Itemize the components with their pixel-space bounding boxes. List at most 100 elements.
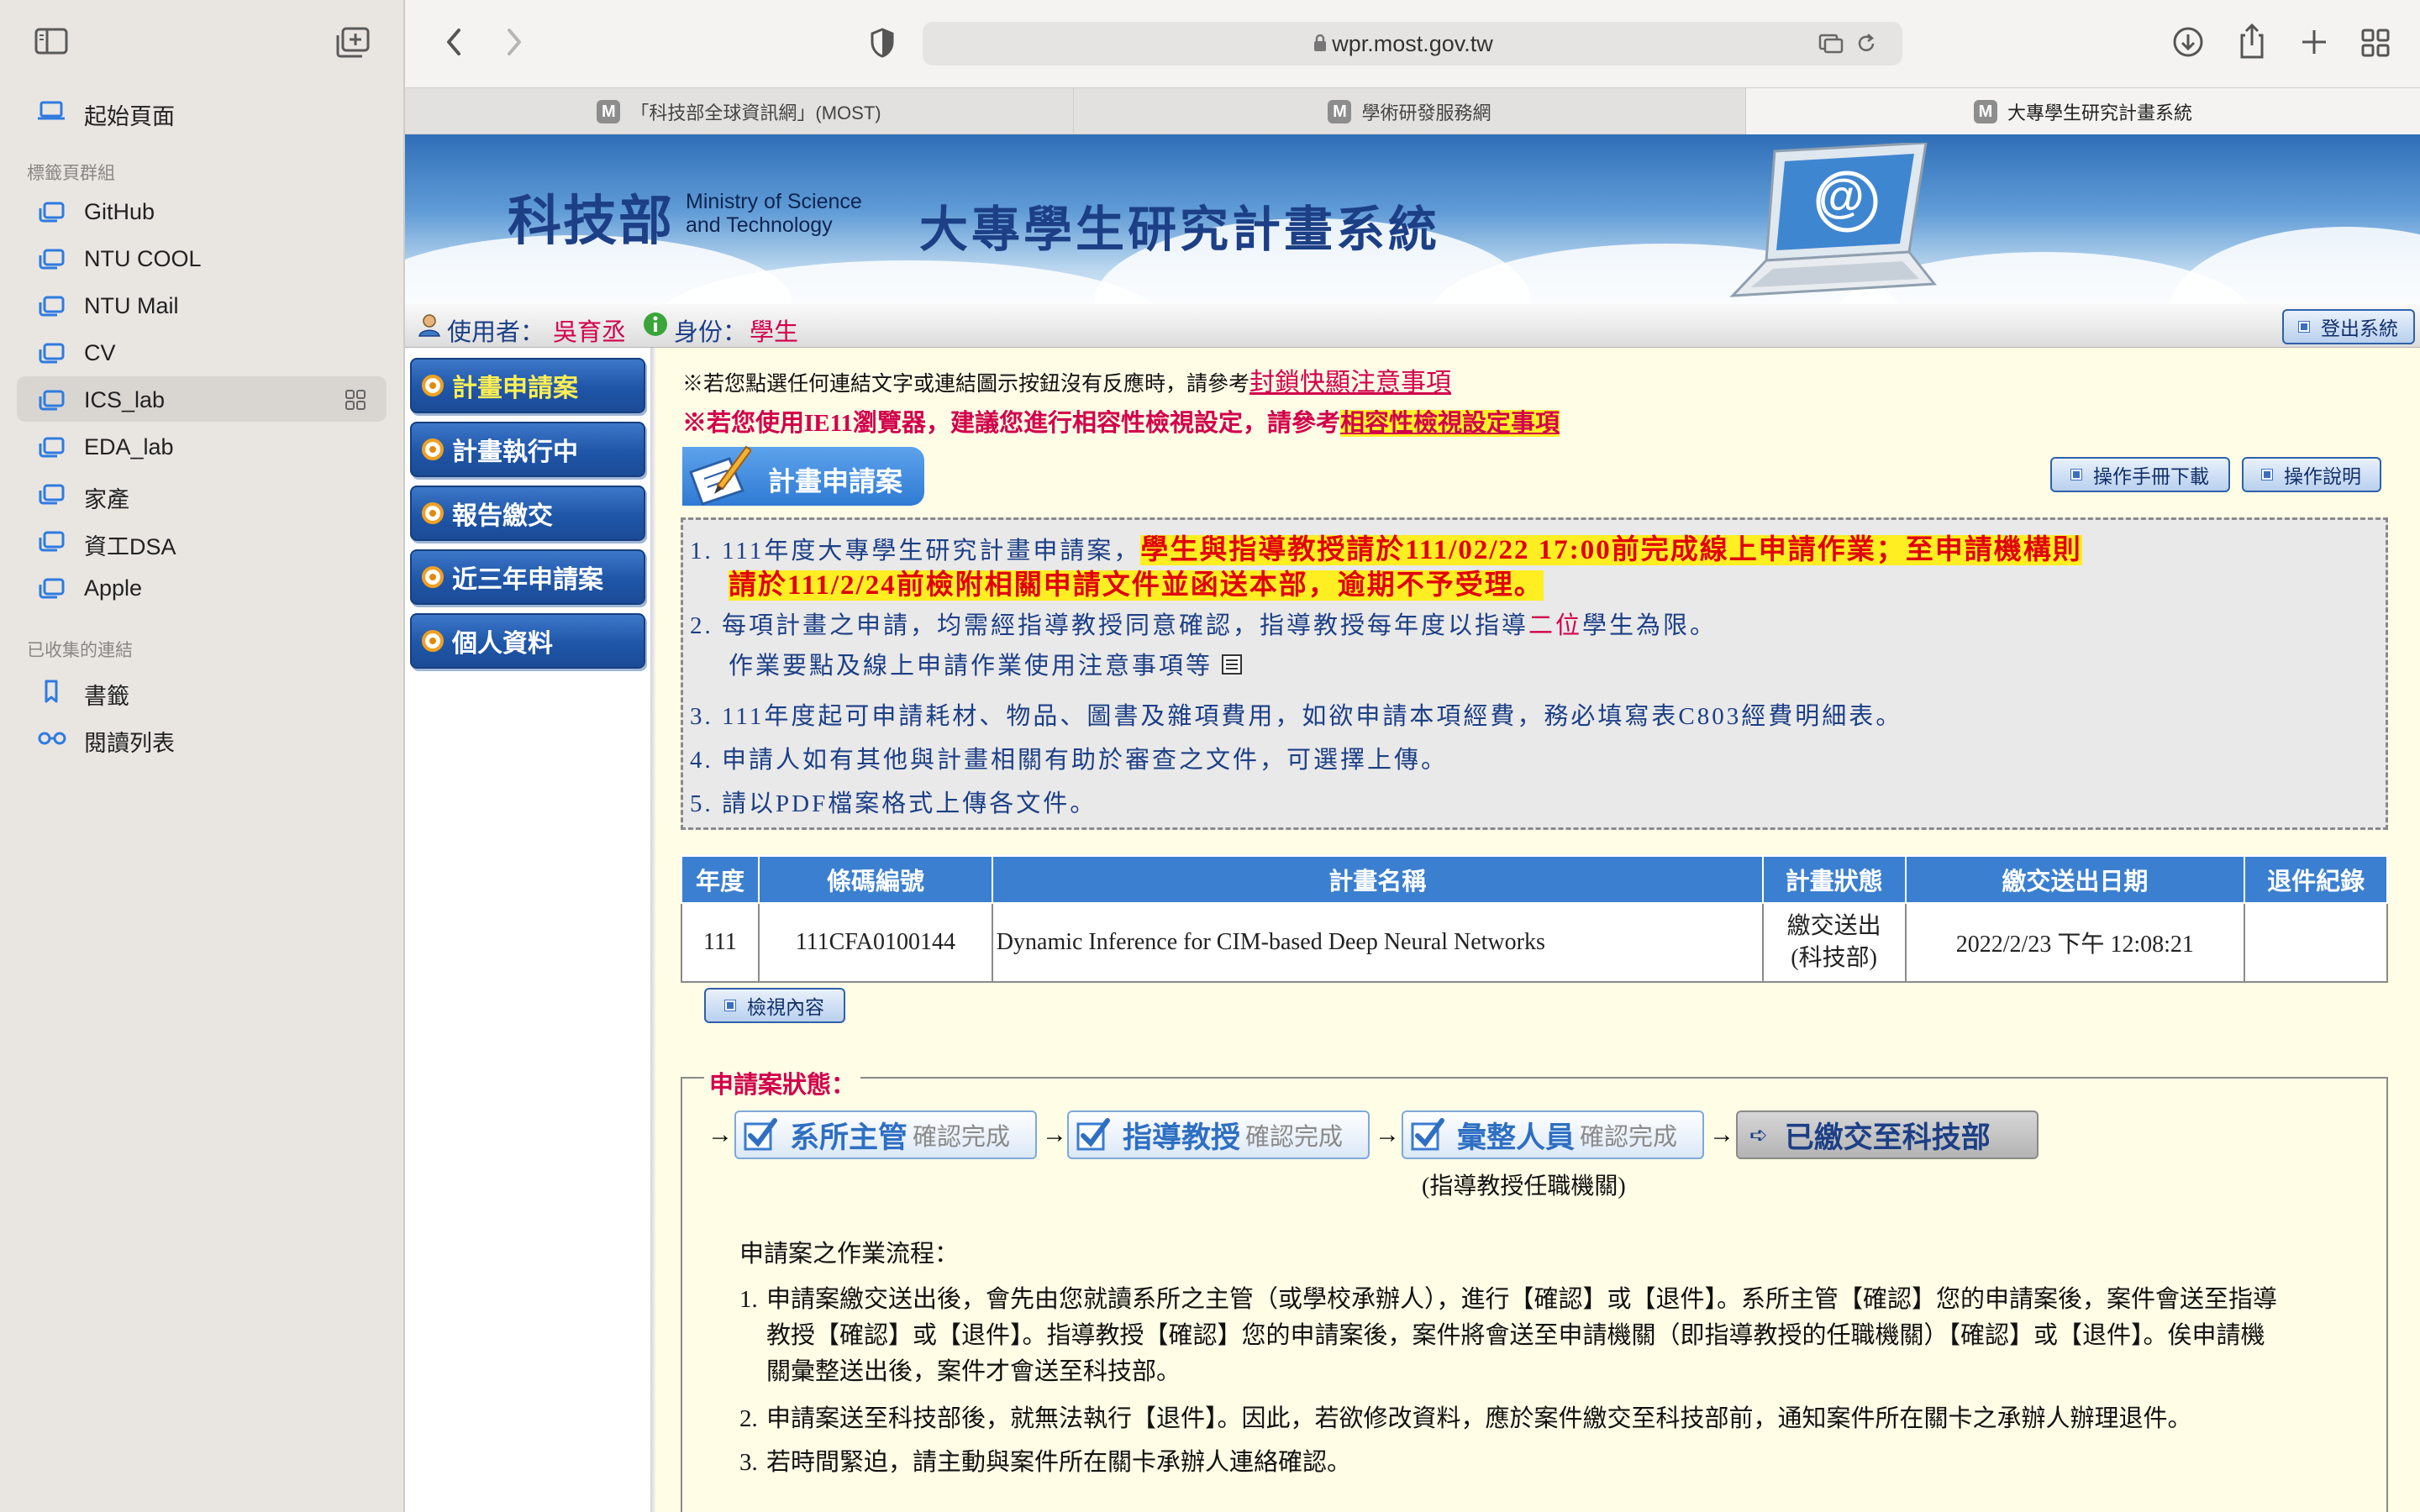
tab-research-service[interactable]: M 學術研發服務網 <box>1074 88 1746 135</box>
sidebar-item-tab-group[interactable]: NTU Mail <box>17 282 387 328</box>
sidebar-item-tab-group[interactable]: CV <box>17 329 387 375</box>
sidebar-item-reading-list[interactable]: 閱讀列表 <box>17 714 387 759</box>
aggregator-note: (指導教授任職機關) <box>1422 1173 1626 1200</box>
popup-notice-link[interactable]: 封鎖快顯注意事項 <box>1249 369 1451 396</box>
col-date: 繳交送出日期 <box>1904 855 2246 904</box>
nav-applications[interactable]: 計畫申請案 <box>410 358 645 413</box>
web-page: 科技部 Ministry of Science and Technology 大… <box>405 134 2420 1512</box>
privacy-shield-icon[interactable] <box>869 27 896 63</box>
user-bar: 使用者： 吳育丞 身份： 學生 登出系統 <box>405 304 2420 348</box>
sidebar-item-tab-group[interactable]: 資工DSA <box>17 517 387 563</box>
nav-in-progress[interactable]: 計畫執行中 <box>410 422 645 477</box>
help-button[interactable]: 操作說明 <box>2242 457 2381 492</box>
announce-item-2: 2. 每項計畫之申請，均需經指導教授同意確認，指導教授每年度以指導二位學生為限。 <box>690 612 1718 639</box>
most-logo-en: Ministry of Science and Technology <box>686 190 862 237</box>
sidebar-item-label: 資工DSA <box>84 534 176 559</box>
sidebar-item-bookmarks[interactable]: 書籤 <box>17 667 387 712</box>
checkmark-icon <box>1076 1118 1110 1151</box>
flow-arrow: → <box>1375 1121 1400 1148</box>
sidebar-toggle-icon[interactable] <box>34 25 71 59</box>
user-name: 吳育丞 <box>553 319 627 346</box>
role-label: 身份： <box>674 319 748 346</box>
info-icon <box>642 311 669 342</box>
sidebar-item-label: NTU COOL <box>84 246 202 271</box>
share-icon[interactable] <box>2235 22 2269 65</box>
new-tab-icon[interactable] <box>2299 27 2329 61</box>
user-icon <box>417 312 442 342</box>
document-icon[interactable] <box>1221 654 1243 682</box>
laptop-illustration: @ <box>1682 141 1951 304</box>
safari-sidebar: 起始頁面 標籤頁群組 GitHub NTU COOL NTU Mail CV ICS_l… <box>0 0 405 1512</box>
section-title: 計畫申請案 <box>768 466 903 496</box>
tab-group-icon <box>37 248 66 270</box>
tab-bar: M 「科技部全球資訊網」(MOST) M 學術研發服務網 M 大專學生研究計畫系… <box>405 87 2420 135</box>
announce-item-2-cont: 作業要點及線上申請作業使用注意事項等 <box>729 646 1243 682</box>
notice-ie11: ※若您使用IE11瀏覽器，建議您進行相容性檢視設定，請參考相容性檢視設定事項 <box>682 410 1560 437</box>
favicon-icon: M <box>1328 100 1352 123</box>
logout-button[interactable]: 登出系統 <box>2282 309 2415 344</box>
manual-download-button[interactable]: 操作手冊下載 <box>2050 457 2230 492</box>
sidebar-item-tab-group[interactable]: NTU COOL <box>17 235 387 281</box>
announce-item-5: 5. 請以PDF檔案格式上傳各文件。 <box>690 790 1097 817</box>
section-header: 計畫申請案 <box>682 445 924 506</box>
sidebar-item-label: EDA_lab <box>84 434 174 459</box>
flow-num-1: 1. <box>739 1286 758 1313</box>
tab-overview-icon[interactable] <box>2360 27 2391 63</box>
sidebar-item-label: GitHub <box>84 199 155 224</box>
checkmark-icon <box>1411 1118 1444 1151</box>
tab-group-icon <box>37 577 66 599</box>
tab-group-icon <box>37 295 66 317</box>
flow-arrow: → <box>1709 1121 1734 1148</box>
flow-title: 申請案之作業流程： <box>739 1241 960 1268</box>
col-reject: 退件紀錄 <box>2244 855 2388 904</box>
sidebar-item-tab-group[interactable]: GitHub <box>17 188 387 234</box>
address-bar[interactable]: wpr.most.gov.tw <box>923 22 1902 66</box>
back-icon[interactable] <box>442 24 467 65</box>
col-status: 計畫狀態 <box>1761 855 1907 904</box>
nav-profile[interactable]: 個人資料 <box>410 613 645 669</box>
cell-status: 繳交送出 (科技部) <box>1761 902 1907 983</box>
sidebar-item-tab-group[interactable]: 家產 <box>17 470 387 516</box>
sidebar-item-tab-group[interactable]: EDA_lab <box>17 423 387 469</box>
new-tab-group-icon[interactable] <box>334 25 371 59</box>
sidebar-item-tab-group[interactable]: ICS_lab <box>17 376 387 422</box>
bookmark-icon <box>37 680 66 703</box>
sidebar-item-label: 閱讀列表 <box>84 731 175 756</box>
cell-name: Dynamic Inference for CIM-based Deep Neu… <box>991 902 1764 983</box>
announce-item-1: 1. 111年度大專學生研究計畫申請案，學生與指導教授請於111/02/22 1… <box>690 535 2082 565</box>
nav-reports[interactable]: 報告繳交 <box>410 486 645 541</box>
nav-last-three-years[interactable]: 近三年申請案 <box>410 549 645 605</box>
site-banner: 科技部 Ministry of Science and Technology 大… <box>405 134 2420 304</box>
sidebar-item-label: ICS_lab <box>84 387 166 412</box>
tab-label: 學術研發服務網 <box>1361 102 1491 123</box>
reader-icon[interactable] <box>1818 34 1844 58</box>
sidebar-item-start-page[interactable]: 起始頁面 <box>17 87 387 133</box>
left-nav: 計畫申請案 計畫執行中 報告繳交 近三年申請案 個人資料 <box>405 348 649 1512</box>
forward-icon[interactable] <box>501 24 526 65</box>
view-content-button[interactable]: 檢視內容 <box>704 988 845 1023</box>
tab-student-research[interactable]: M 大專學生研究計畫系統 <box>1746 88 2420 135</box>
flow-arrow: → <box>1042 1121 1067 1148</box>
sidebar-item-tab-group[interactable]: Apple <box>17 564 387 610</box>
checkmark-icon <box>744 1118 777 1151</box>
flow-step-3: 若時間緊迫，請主動與案件所在關卡承辦人連絡確認。 <box>766 1449 1352 1476</box>
tab-most[interactable]: M 「科技部全球資訊網」(MOST) <box>405 88 1074 135</box>
grid-icon[interactable] <box>345 389 366 415</box>
compat-notice-link[interactable]: 相容性檢視設定事項 <box>1340 410 1560 437</box>
tab-groups-heading: 標籤頁群組 <box>27 164 115 183</box>
col-barcode: 條碼編號 <box>757 855 993 904</box>
tab-group-icon <box>37 483 66 505</box>
announce-item-1-cont: 請於111/2/24前檢附相關申請文件並函送本部，逾期不予受理。 <box>729 570 1544 601</box>
sidebar-item-label: 家產 <box>84 487 129 512</box>
col-year: 年度 <box>681 855 760 904</box>
step-advisor: 指導教授 確認完成 <box>1067 1110 1370 1159</box>
download-icon[interactable] <box>2171 25 2205 63</box>
status-legend: 申請案狀態： <box>704 1065 861 1100</box>
flow-arrow: → <box>708 1121 733 1148</box>
browser-toolbar: wpr.most.gov.tw <box>405 0 2420 87</box>
tab-group-icon <box>37 436 66 458</box>
col-name: 計畫名稱 <box>991 855 1764 904</box>
announce-item-4: 4. 申請人如有其他與計畫相關有助於審查之文件，可選擇上傳。 <box>690 747 1449 774</box>
announce-item-3: 3. 111年度起可申請耗材、物品、圖書及雜項費用，如欲申請本項經費，務必填寫表… <box>690 703 1903 730</box>
reload-icon[interactable] <box>1855 32 1877 60</box>
